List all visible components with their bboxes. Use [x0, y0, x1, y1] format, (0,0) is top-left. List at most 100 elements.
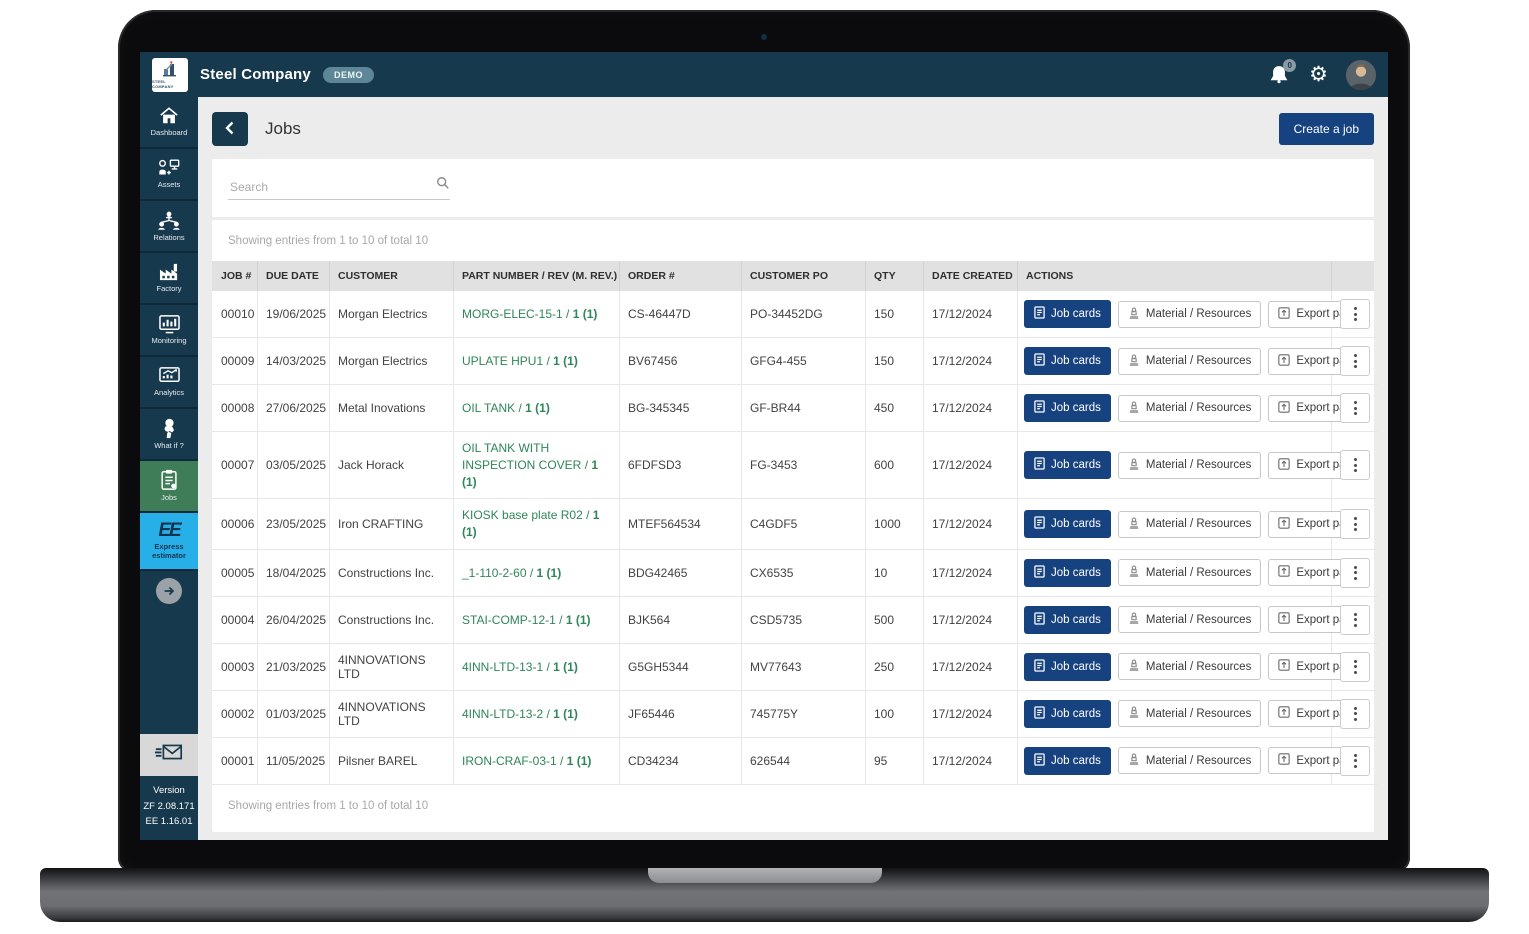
part-link[interactable]: STAI-COMP-12-1 / 1 (1): [462, 612, 591, 629]
part-link[interactable]: KIOSK base plate R02 / 1 (1): [462, 507, 611, 541]
cell-customer: Iron CRAFTING: [330, 499, 454, 550]
job-cards-button[interactable]: Job cards: [1024, 606, 1111, 634]
row-menu-button[interactable]: [1340, 509, 1370, 539]
part-link[interactable]: MORG-ELEC-15-1 / 1 (1): [462, 306, 597, 323]
material-resources-button[interactable]: Material / Resources: [1118, 452, 1261, 479]
export-icon: [1278, 565, 1290, 580]
cell-part-number: STAI-COMP-12-1 / 1 (1): [454, 597, 620, 644]
cell-job-number: 00003: [212, 644, 258, 691]
part-link[interactable]: UPLATE HPU1 / 1 (1): [462, 353, 578, 370]
row-menu-button[interactable]: [1340, 652, 1370, 682]
sidebar-collapse-button[interactable]: [140, 571, 198, 611]
row-menu-button[interactable]: [1340, 605, 1370, 635]
cell-actions: Job cards Material / Resources Export pa…: [1018, 691, 1332, 738]
sidebar-item-dashboard[interactable]: Dashboard: [140, 97, 198, 149]
col-job[interactable]: JOB #: [212, 261, 258, 291]
feedback-button[interactable]: [140, 734, 198, 776]
sidebar-item-factory[interactable]: Factory: [140, 253, 198, 305]
notifications-button[interactable]: 0: [1267, 63, 1291, 87]
material-resources-icon: [1128, 565, 1140, 580]
material-resources-button[interactable]: Material / Resources: [1118, 700, 1261, 727]
material-resources-icon: [1128, 354, 1140, 369]
cell-customer-po: FG-3453: [742, 432, 866, 499]
row-menu-button[interactable]: [1340, 746, 1370, 776]
cell-customer-po: GFG4-455: [742, 338, 866, 385]
material-resources-button[interactable]: Material / Resources: [1118, 747, 1261, 774]
cell-part-number: OIL TANK WITH INSPECTION COVER / 1 (1): [454, 432, 620, 499]
col-order[interactable]: ORDER #: [620, 261, 742, 291]
job-cards-button[interactable]: Job cards: [1024, 653, 1111, 681]
job-cards-button[interactable]: Job cards: [1024, 451, 1111, 479]
export-icon: [1278, 753, 1290, 768]
sidebar-item-analytics[interactable]: Analytics: [140, 357, 198, 409]
job-cards-button[interactable]: Job cards: [1024, 559, 1111, 587]
col-date-created[interactable]: DATE CREATED: [924, 261, 1018, 291]
company-logo[interactable]: STEEL COMPANY: [152, 58, 188, 92]
cell-row-menu: [1332, 499, 1378, 550]
people-network-icon: [157, 210, 181, 231]
export-icon: [1278, 354, 1290, 369]
cell-row-menu: [1332, 597, 1378, 644]
sidebar-item-relations[interactable]: Relations: [140, 201, 198, 253]
cell-qty: 1000: [866, 499, 924, 550]
row-menu-button[interactable]: [1340, 699, 1370, 729]
material-resources-button[interactable]: Material / Resources: [1118, 559, 1261, 586]
job-cards-button[interactable]: Job cards: [1024, 510, 1111, 538]
settings-gear-icon[interactable]: ⚙: [1309, 64, 1328, 85]
material-resources-button[interactable]: Material / Resources: [1118, 301, 1261, 328]
job-card-icon: [1034, 612, 1045, 628]
user-avatar[interactable]: [1346, 60, 1376, 90]
job-card-icon: [1034, 706, 1045, 722]
part-link[interactable]: 4INN-LTD-13-1 / 1 (1): [462, 659, 578, 676]
col-part-number[interactable]: PART NUMBER / REV (M. REV.): [454, 261, 620, 291]
back-button[interactable]: [212, 112, 248, 146]
col-customer-po[interactable]: CUSTOMER PO: [742, 261, 866, 291]
sidebar-item-jobs[interactable]: Jobs: [140, 461, 198, 513]
part-link[interactable]: _1-110-2-60 / 1 (1): [462, 565, 561, 582]
row-menu-button[interactable]: [1340, 450, 1370, 480]
material-resources-button[interactable]: Material / Resources: [1118, 348, 1261, 375]
part-link[interactable]: OIL TANK / 1 (1): [462, 400, 550, 417]
job-cards-button[interactable]: Job cards: [1024, 747, 1111, 775]
table-body: 00010 19/06/2025 Morgan Electrics MORG-E…: [212, 291, 1374, 785]
app-title: Steel Company: [200, 66, 311, 83]
cell-order-number: CS-46447D: [620, 291, 742, 338]
job-card-icon: [1034, 400, 1045, 416]
row-menu-button[interactable]: [1340, 558, 1370, 588]
job-cards-button[interactable]: Job cards: [1024, 394, 1111, 422]
cell-due-date: 14/03/2025: [258, 338, 330, 385]
cell-customer: Constructions Inc.: [330, 597, 454, 644]
col-customer[interactable]: CUSTOMER: [330, 261, 454, 291]
material-resources-button[interactable]: Material / Resources: [1118, 511, 1261, 538]
sidebar-item-monitoring[interactable]: Monitoring: [140, 305, 198, 357]
version-zf: ZF 2.08.171: [142, 799, 196, 815]
row-menu-button[interactable]: [1340, 393, 1370, 423]
job-cards-button[interactable]: Job cards: [1024, 700, 1111, 728]
job-cards-button[interactable]: Job cards: [1024, 347, 1111, 375]
job-card-icon: [1034, 306, 1045, 322]
cell-row-menu: [1332, 691, 1378, 738]
material-resources-button[interactable]: Material / Resources: [1118, 653, 1261, 680]
part-link[interactable]: IRON-CRAF-03-1 / 1 (1): [462, 753, 591, 770]
cell-order-number: MTEF564534: [620, 499, 742, 550]
sidebar-item-assets[interactable]: Assets: [140, 149, 198, 201]
material-resources-button[interactable]: Material / Resources: [1118, 395, 1261, 422]
cell-row-menu: [1332, 738, 1378, 785]
sidebar-item-express-estimator[interactable]: EE' Express estimator: [140, 513, 198, 571]
table-row: 00009 14/03/2025 Morgan Electrics UPLATE…: [212, 338, 1374, 385]
create-job-button[interactable]: Create a job: [1279, 113, 1374, 145]
material-resources-button[interactable]: Material / Resources: [1118, 606, 1261, 633]
row-menu-button[interactable]: [1340, 299, 1370, 329]
part-link[interactable]: 4INN-LTD-13-2 / 1 (1): [462, 706, 578, 723]
notification-count-badge: 0: [1283, 59, 1296, 72]
col-due-date[interactable]: DUE DATE: [258, 261, 330, 291]
factory-icon: [158, 262, 181, 282]
row-menu-button[interactable]: [1340, 346, 1370, 376]
cell-customer-po: CX6535: [742, 550, 866, 597]
part-link[interactable]: OIL TANK WITH INSPECTION COVER / 1 (1): [462, 440, 611, 490]
export-icon: [1278, 659, 1290, 674]
search-input[interactable]: [228, 176, 450, 200]
col-qty[interactable]: QTY: [866, 261, 924, 291]
sidebar-item-what-if[interactable]: What if ?: [140, 409, 198, 461]
job-cards-button[interactable]: Job cards: [1024, 300, 1111, 328]
